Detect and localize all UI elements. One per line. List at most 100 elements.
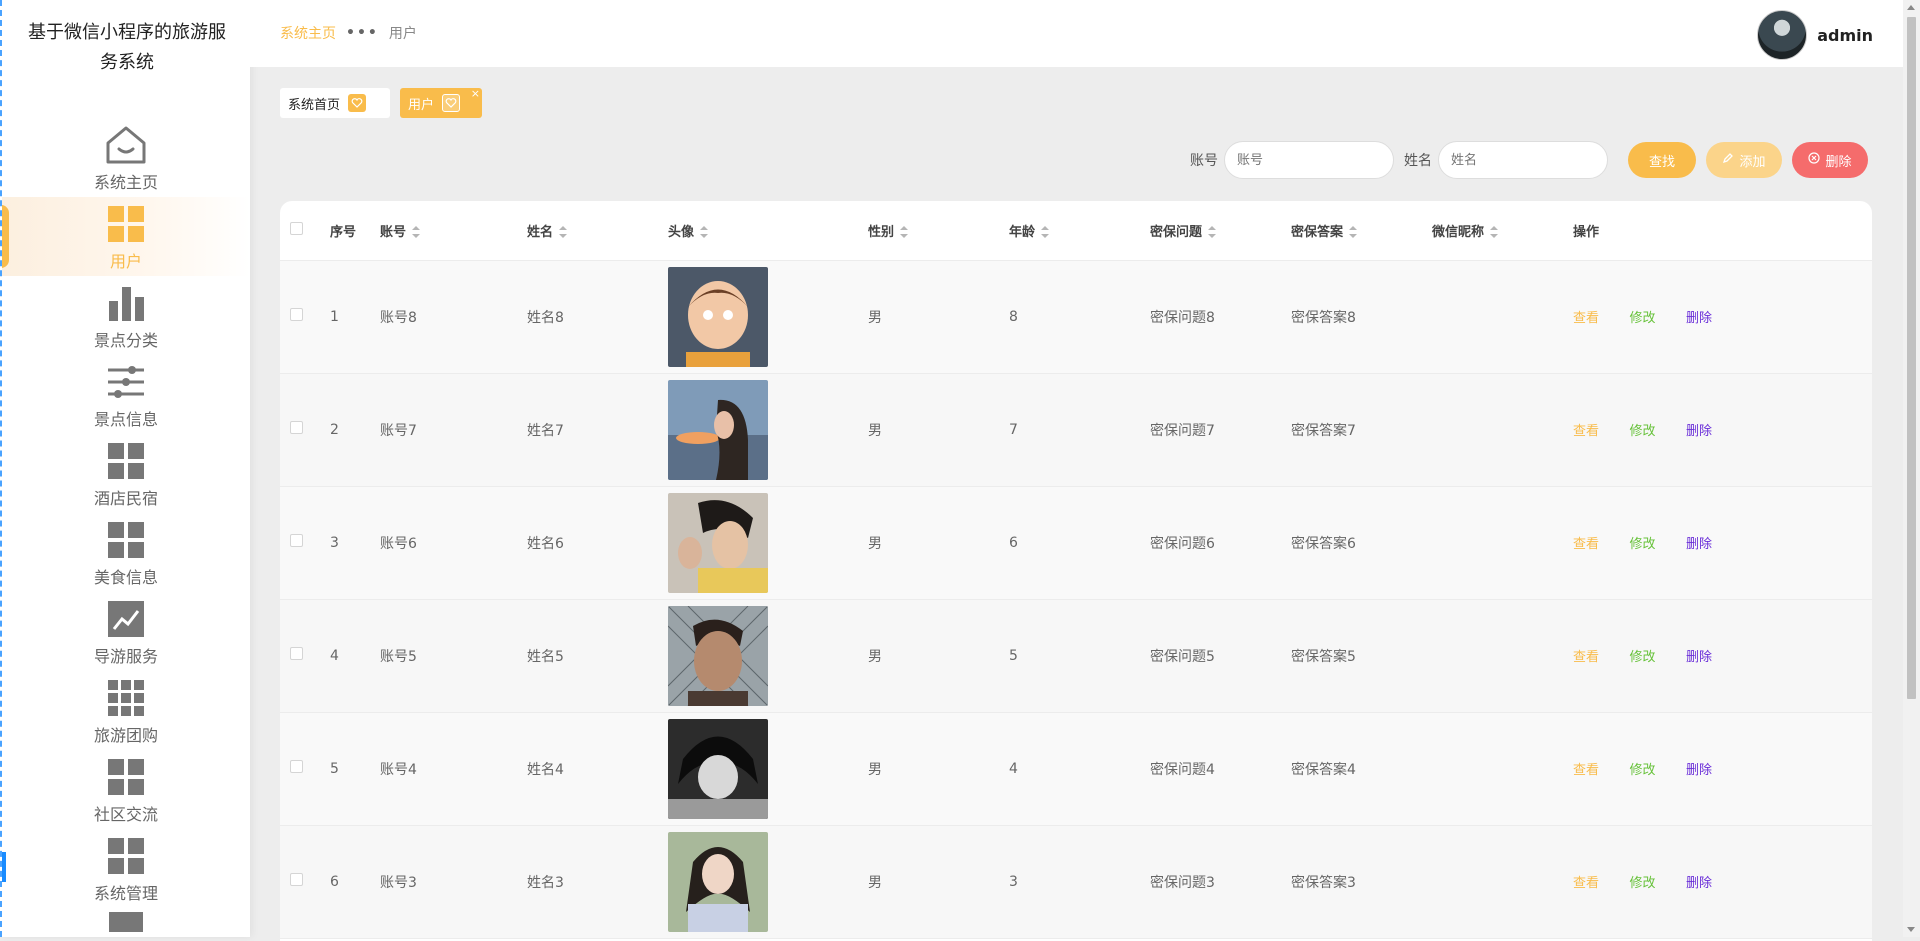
view-link[interactable]: 查看 xyxy=(1573,759,1599,778)
row-checkbox[interactable] xyxy=(290,760,303,773)
sort-icon[interactable] xyxy=(1208,226,1217,239)
edit-link[interactable]: 修改 xyxy=(1629,307,1655,326)
avatar-image[interactable] xyxy=(668,718,768,819)
col-age[interactable]: 年龄 xyxy=(1009,201,1150,261)
sidebar-item-scenic-info[interactable]: 景点信息 xyxy=(2,355,250,434)
sidebar-item-users[interactable]: 用户 xyxy=(2,197,250,276)
delete-link[interactable]: 删除 xyxy=(1686,759,1712,778)
col-index: 序号 xyxy=(330,201,380,261)
scroll-thumb[interactable] xyxy=(1907,17,1916,699)
sidebar-menu: 系统主页 用户 景点分类 景点信息 酒店民宿 美食信息 导游服务 旅游团购 社区… xyxy=(2,118,250,937)
user-table: 序号 账号 姓名 头像 性别 年龄 密保问题 密保答案 微信昵称 操作 1 账号… xyxy=(280,201,1872,941)
page-scrollbar[interactable] xyxy=(1903,0,1920,937)
breadcrumb: 系统主页 ••• 用户 xyxy=(280,23,417,43)
sidebar-item-label: 用户 xyxy=(109,251,142,271)
username[interactable]: admin xyxy=(1817,26,1873,45)
row-checkbox[interactable] xyxy=(290,308,303,321)
row-checkbox[interactable] xyxy=(290,534,303,547)
delete-link[interactable]: 删除 xyxy=(1686,533,1712,552)
edit-link[interactable]: 修改 xyxy=(1629,533,1655,552)
sort-icon[interactable] xyxy=(900,226,909,239)
delete-link[interactable]: 删除 xyxy=(1686,307,1712,326)
avatar-image[interactable] xyxy=(668,605,768,706)
sort-icon[interactable] xyxy=(700,226,709,239)
delete-link[interactable]: 删除 xyxy=(1686,872,1712,891)
breadcrumb-separator: ••• xyxy=(346,25,379,41)
delete-button[interactable]: 删除 xyxy=(1792,142,1868,178)
breadcrumb-home[interactable]: 系统主页 xyxy=(280,23,336,43)
cell-actions: 查看 修改 删除 xyxy=(1573,486,1872,600)
search-button[interactable]: 查找 xyxy=(1628,142,1696,178)
add-button[interactable]: 添加 xyxy=(1706,142,1782,178)
col-nickname[interactable]: 微信昵称 xyxy=(1432,201,1573,261)
tab-users[interactable]: 用户 × xyxy=(400,87,482,118)
name-label: 姓名 xyxy=(1404,153,1432,169)
view-link[interactable]: 查看 xyxy=(1573,646,1599,665)
sidebar: 基于微信小程序的旅游服 务系统 系统主页 用户 景点分类 景点信息 酒店民宿 美… xyxy=(0,0,250,937)
sliders-icon xyxy=(104,360,148,404)
view-link[interactable]: 查看 xyxy=(1573,420,1599,439)
app-title-line2: 务系统 xyxy=(100,52,154,73)
sidebar-item-guide[interactable]: 导游服务 xyxy=(2,592,250,671)
scroll-down-icon[interactable] xyxy=(1907,927,1915,932)
tab-label: 用户 xyxy=(408,97,435,113)
edit-link[interactable]: 修改 xyxy=(1629,420,1655,439)
sort-icon[interactable] xyxy=(1490,226,1499,239)
col-name[interactable]: 姓名 xyxy=(527,201,668,261)
sidebar-item-hotel[interactable]: 酒店民宿 xyxy=(2,434,250,513)
edit-link[interactable]: 修改 xyxy=(1629,872,1655,891)
cell-gender: 男 xyxy=(868,260,1009,374)
sidebar-item-system[interactable]: 系统管理 xyxy=(2,829,250,908)
row-checkbox[interactable] xyxy=(290,647,303,660)
row-select-cell xyxy=(280,825,330,939)
row-checkbox[interactable] xyxy=(290,421,303,434)
col-account[interactable]: 账号 xyxy=(380,201,527,261)
user-menu[interactable]: admin xyxy=(1757,10,1873,60)
cell-answer: 密保答案5 xyxy=(1291,599,1432,713)
sidebar-item-more[interactable] xyxy=(2,908,250,937)
line-chart-icon xyxy=(104,597,148,641)
tab-home[interactable]: 系统首页 xyxy=(280,88,390,118)
avatar[interactable] xyxy=(1757,10,1808,60)
col-question[interactable]: 密保问题 xyxy=(1150,201,1291,261)
avatar-image[interactable] xyxy=(668,492,768,593)
avatar-image[interactable] xyxy=(668,831,768,932)
sidebar-item-group-buy[interactable]: 旅游团购 xyxy=(2,671,250,750)
view-link[interactable]: 查看 xyxy=(1573,872,1599,891)
delete-link[interactable]: 删除 xyxy=(1686,420,1712,439)
cell-index: 4 xyxy=(330,599,380,713)
sidebar-item-home[interactable]: 系统主页 xyxy=(2,118,250,197)
scroll-up-icon[interactable] xyxy=(1907,5,1915,10)
view-link[interactable]: 查看 xyxy=(1573,533,1599,552)
home-icon xyxy=(104,123,148,167)
delete-button-label: 删除 xyxy=(1825,154,1852,170)
sort-icon[interactable] xyxy=(559,226,568,239)
edit-link[interactable]: 修改 xyxy=(1629,759,1655,778)
col-answer[interactable]: 密保答案 xyxy=(1291,201,1432,261)
col-avatar[interactable]: 头像 xyxy=(668,201,868,261)
sidebar-item-label: 系统主页 xyxy=(93,172,158,192)
sidebar-item-community[interactable]: 社区交流 xyxy=(2,750,250,829)
delete-link[interactable]: 删除 xyxy=(1686,646,1712,665)
sidebar-item-scenic-category[interactable]: 景点分类 xyxy=(2,276,250,355)
sidebar-item-label: 美食信息 xyxy=(93,567,158,587)
grid-four-icon xyxy=(104,202,148,246)
cell-account: 账号6 xyxy=(380,486,527,600)
col-actions: 操作 xyxy=(1573,201,1872,261)
sort-icon[interactable] xyxy=(1349,226,1358,239)
close-icon[interactable]: × xyxy=(471,87,480,100)
cell-index: 3 xyxy=(330,486,380,600)
avatar-image[interactable] xyxy=(668,379,768,480)
sort-icon[interactable] xyxy=(1041,226,1050,239)
edit-link[interactable]: 修改 xyxy=(1629,646,1655,665)
select-all-checkbox[interactable] xyxy=(290,221,303,235)
sort-icon[interactable] xyxy=(412,226,421,239)
cell-gender: 男 xyxy=(868,486,1009,600)
avatar-image[interactable] xyxy=(668,266,768,367)
account-input[interactable] xyxy=(1224,141,1394,179)
view-link[interactable]: 查看 xyxy=(1573,307,1599,326)
name-input[interactable] xyxy=(1438,141,1608,179)
col-gender[interactable]: 性别 xyxy=(868,201,1009,261)
row-checkbox[interactable] xyxy=(290,873,303,886)
sidebar-item-food[interactable]: 美食信息 xyxy=(2,513,250,592)
